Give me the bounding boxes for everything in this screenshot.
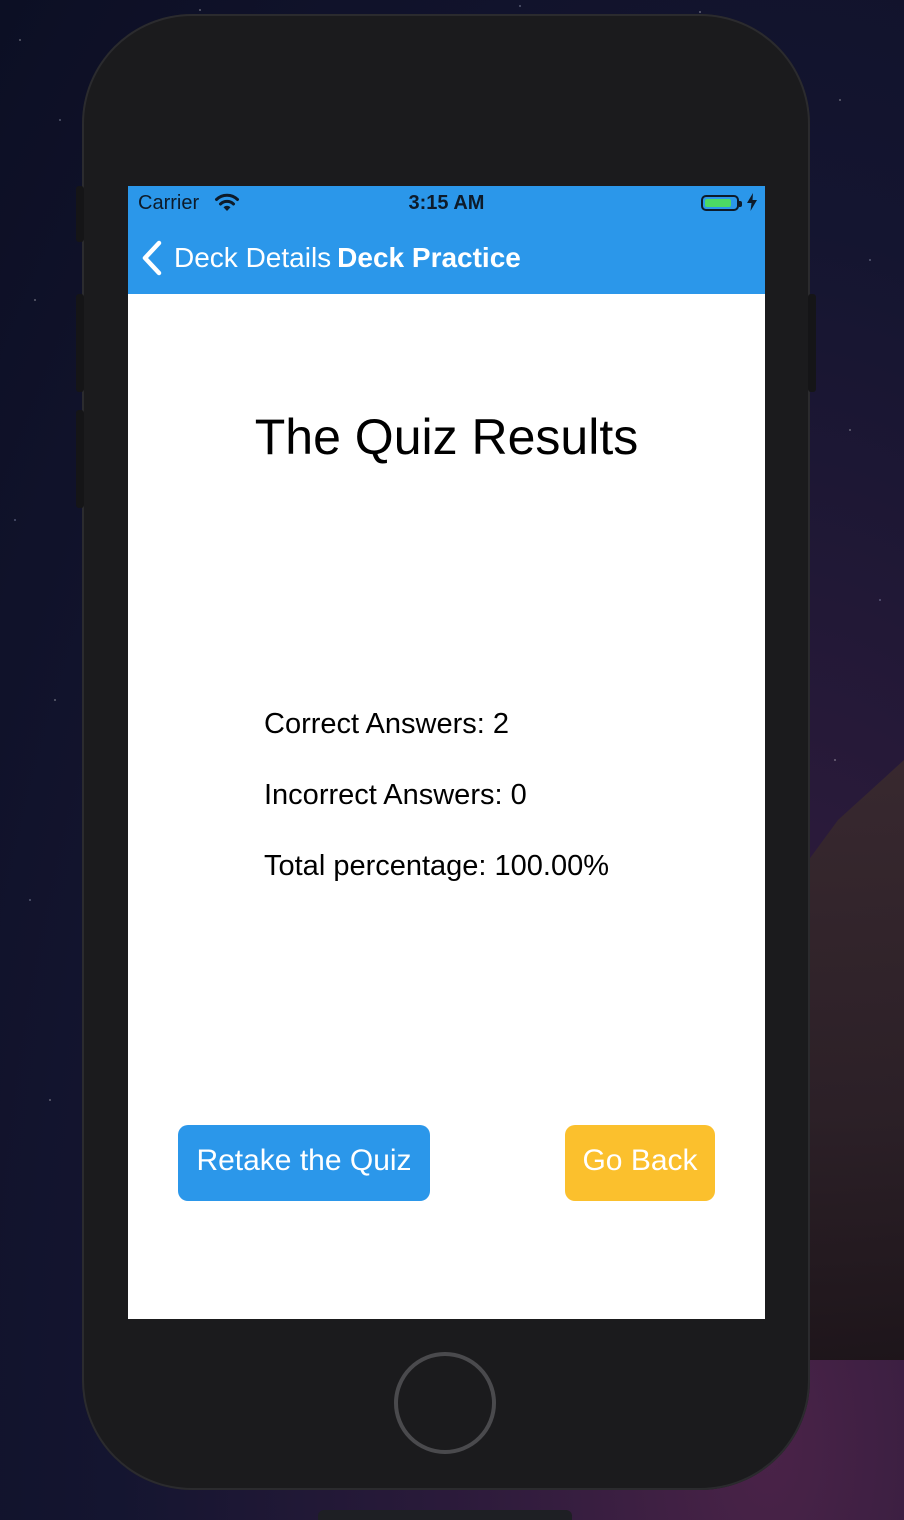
page-title: The Quiz Results: [254, 409, 639, 465]
status-time: 3:15 AM: [408, 192, 485, 214]
nav-title: Deck Practice: [337, 242, 521, 273]
mute-switch: [76, 186, 84, 242]
app-header: Carrier 3:15 AM Deck Details Deck Practic…: [128, 186, 765, 294]
background-ship-hull: [794, 760, 904, 1360]
status-bar: Carrier 3:15 AM: [128, 186, 765, 222]
nav-back-button[interactable]: Deck Details Deck Practice: [174, 240, 521, 276]
chevron-left-icon[interactable]: [140, 240, 164, 276]
device-stand-edge: [318, 1510, 572, 1520]
volume-up-button: [76, 294, 84, 392]
battery-level: [705, 199, 731, 207]
navigation-bar: Deck Details Deck Practice: [128, 222, 765, 294]
home-button[interactable]: [394, 1352, 496, 1454]
retake-quiz-button[interactable]: Retake the Quiz: [178, 1125, 430, 1201]
battery-charging-icon: [701, 195, 742, 211]
volume-down-button: [76, 410, 84, 508]
incorrect-answers-text: Incorrect Answers: 0: [264, 779, 527, 811]
total-percentage-text: Total percentage: 100.00%: [264, 850, 610, 882]
charging-bolt-icon: [747, 193, 757, 211]
results-stats: Correct Answers: 2 Incorrect Answers: 0 …: [264, 704, 609, 917]
correct-answers-text: Correct Answers: 2: [264, 708, 509, 740]
nav-back-label[interactable]: Deck Details: [174, 242, 331, 273]
power-button: [808, 294, 816, 392]
app-screen: Carrier 3:15 AM Deck Details Deck Practic…: [128, 186, 765, 1319]
go-back-button[interactable]: Go Back: [565, 1125, 715, 1201]
